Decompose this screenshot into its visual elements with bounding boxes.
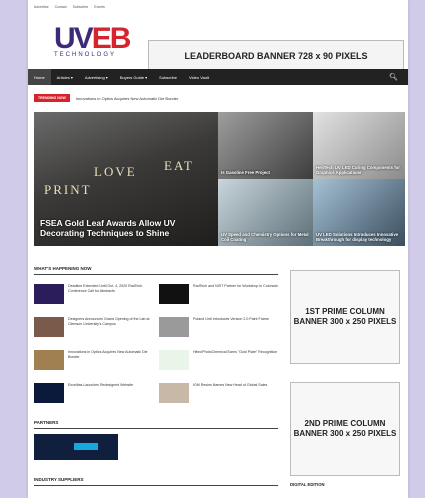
suppliers-rule (34, 485, 278, 486)
leaderboard-banner[interactable]: LEADERBOARD BANNER 728 x 90 PIXELS (148, 40, 404, 72)
topbar-link-subscribe[interactable]: Subscribe (73, 5, 89, 9)
search-icon[interactable]: 🔍︎ (389, 73, 398, 81)
news-headline[interactable]: Hitec/PhotoChemical Earns "Gold Plate" R… (193, 350, 277, 370)
news-thumb (159, 350, 189, 370)
list-item[interactable]: Deadline Extended Until Oct. 4, 2020 Rad… (34, 284, 154, 304)
hero-word-love: LOVE (94, 164, 137, 179)
partners-title: PARTNERS (34, 420, 59, 425)
trending-bar: TRENDING NOW Innovations in Optics Acqui… (34, 94, 178, 102)
news-headline[interactable]: IGM Resins Names New Head of Global Sale… (193, 383, 267, 403)
feature-tile-3[interactable]: UV Speed and Chemistry Options for Metal… (218, 179, 313, 246)
industry-suppliers-title: INDUSTRY SUPPLIERS (34, 477, 84, 482)
news-thumb (34, 383, 64, 403)
feature-tile-2[interactable]: HeliTech UV LED Curing Components for Gr… (313, 112, 405, 179)
news-headline[interactable]: Designers Announces Grand Opening of the… (68, 317, 154, 337)
hero-word-print: PRINT (44, 182, 92, 197)
list-item[interactable]: Innovations in Optics Acquires New Autom… (34, 350, 154, 370)
news-headline[interactable]: Excelitas Launches Redesigned Website (68, 383, 133, 403)
list-item[interactable]: Designers Announces Grand Opening of the… (34, 317, 154, 337)
topbar-link-events[interactable]: Events (94, 5, 105, 9)
top-links-bar: Advertise Contact Subscribe Events (28, 0, 408, 14)
page-background-right (407, 0, 425, 498)
list-item[interactable]: Poland Unit Introduces Version 2.0 Paint… (159, 317, 279, 337)
list-item[interactable]: Hitec/PhotoChemical Earns "Gold Plate" R… (159, 350, 279, 370)
nav-home[interactable]: Home (28, 69, 51, 85)
news-headline[interactable]: Deadline Extended Until Oct. 4, 2020 Rad… (68, 284, 154, 304)
trending-badge: TRENDING NOW (34, 94, 70, 102)
news-thumb (34, 317, 64, 337)
news-thumb (159, 317, 189, 337)
feature-tile-4-caption: UV LED Solutions Introduces Innovative B… (316, 232, 399, 242)
prime-column-banner-2[interactable]: 2ND PRIME COLUMN BANNER 300 x 250 PIXELS (290, 382, 400, 476)
page-container: Advertise Contact Subscribe Events UVEB … (28, 0, 408, 498)
news-headline[interactable]: Poland Unit Introduces Version 2.0 Paint… (193, 317, 269, 337)
nav-articles[interactable]: Articles ▾ (51, 69, 79, 85)
feature-tile-1-caption: Is Gasoline Free Project (221, 170, 270, 175)
topbar-link-contact[interactable]: Contact (55, 5, 67, 9)
feature-tile-3-caption: UV Speed and Chemistry Options for Metal… (221, 232, 309, 242)
prime-column-banner-1[interactable]: 1ST PRIME COLUMN BANNER 300 x 250 PIXELS (290, 270, 400, 364)
feature-tile-1[interactable]: Is Gasoline Free Project (218, 112, 313, 179)
trending-headline[interactable]: Innovations in Optics Acquires New Autom… (76, 96, 179, 101)
news-thumb (34, 284, 64, 304)
nav-video-vault[interactable]: Video Vault (183, 69, 215, 85)
partner-button (74, 443, 98, 450)
topbar-link-advertise[interactable]: Advertise (34, 5, 49, 9)
main-nav: Home Articles ▾ Advertising ▾ Buyers Gui… (28, 69, 408, 85)
list-item[interactable]: IGM Resins Names New Head of Global Sale… (159, 383, 279, 403)
feature-tile-2-caption: HeliTech UV LED Curing Components for Gr… (316, 165, 400, 175)
site-header: UVEB TECHNOLOGY LEADERBOARD BANNER 728 x… (28, 14, 408, 72)
nav-buyers-guide[interactable]: Buyers Guide ▾ (114, 69, 153, 85)
whats-happening-rule (34, 274, 278, 275)
news-thumb (159, 383, 189, 403)
news-headline[interactable]: Innovations in Optics Acquires New Autom… (68, 350, 154, 370)
partner-banner[interactable] (34, 434, 118, 460)
hero-caption[interactable]: FSEA Gold Leaf Awards Allow UV Decoratin… (40, 218, 210, 238)
logo-uv: UV (54, 22, 94, 55)
list-item[interactable]: Excelitas Launches Redesigned Website (34, 383, 154, 403)
hero-feature[interactable]: PRINT LOVE EAT FSEA Gold Leaf Awards All… (34, 112, 218, 246)
news-headline[interactable]: RadTech and NIST Partner for Workshop in… (193, 284, 278, 304)
nav-subscribe[interactable]: Subscribe (153, 69, 183, 85)
feature-tile-4[interactable]: UV LED Solutions Introduces Innovative B… (313, 179, 405, 246)
hero-word-eat: EAT (164, 158, 194, 173)
logo-eb: EB (91, 22, 132, 55)
news-thumb (159, 284, 189, 304)
whats-happening-title: WHAT'S HAPPENING NOW (34, 266, 92, 271)
partners-rule (34, 428, 278, 429)
list-item[interactable]: RadTech and NIST Partner for Workshop in… (159, 284, 279, 304)
nav-advertising[interactable]: Advertising ▾ (79, 69, 114, 85)
site-logo[interactable]: UVEB TECHNOLOGY (54, 22, 132, 66)
news-thumb (34, 350, 64, 370)
page-background-left (0, 0, 28, 498)
digital-edition-title: DIGITAL EDITION (290, 482, 325, 487)
